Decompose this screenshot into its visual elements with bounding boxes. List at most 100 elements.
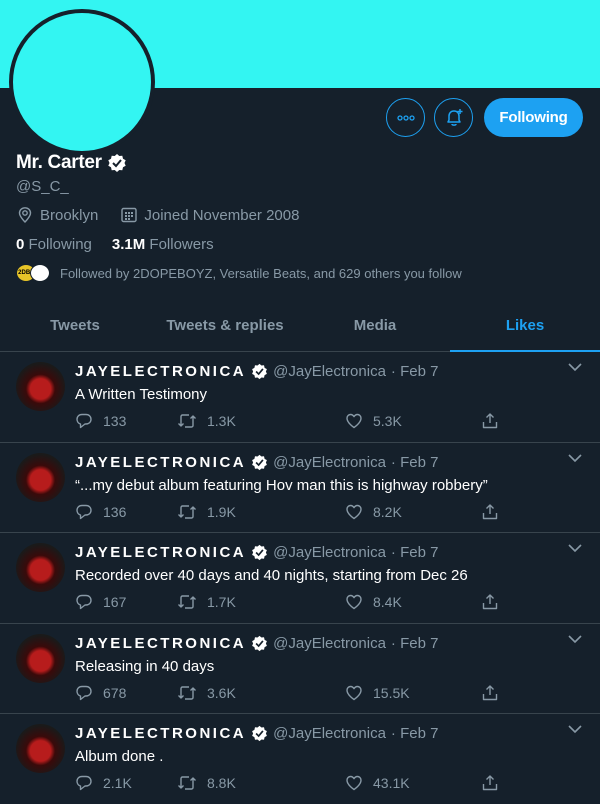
tweet-text: Recorded over 40 days and 40 nights, sta… <box>75 567 468 584</box>
retweet-button[interactable]: 8.8K <box>177 774 236 792</box>
location-icon <box>16 206 34 224</box>
reply-button[interactable]: 136 <box>75 503 126 521</box>
following-count-link[interactable]: 0 Following <box>16 236 92 253</box>
profile-meta: Brooklyn Joined November 2008 <box>16 206 299 224</box>
share-icon <box>481 684 499 702</box>
tweet-avatar[interactable] <box>16 543 65 592</box>
retweet-button[interactable]: 1.9K <box>177 503 236 521</box>
reply-icon <box>75 503 93 521</box>
reply-button[interactable]: 167 <box>75 593 126 611</box>
share-button[interactable] <box>481 774 499 792</box>
notifications-button[interactable] <box>434 98 473 137</box>
tweet[interactable]: JAYELECTRONICA @JayElectronica · Feb 7 “… <box>0 443 600 533</box>
tweet-author-name[interactable]: JAYELECTRONICA <box>75 454 246 471</box>
tweet-author-name[interactable]: JAYELECTRONICA <box>75 363 246 380</box>
tweet-author-handle[interactable]: @JayElectronica <box>273 544 386 561</box>
followers-count-link[interactable]: 3.1M Followers <box>112 236 214 253</box>
reply-button[interactable]: 133 <box>75 412 126 430</box>
like-button[interactable]: 8.2K <box>345 503 402 521</box>
reply-icon <box>75 774 93 792</box>
heart-icon <box>345 412 363 430</box>
tweet-author-name[interactable]: JAYELECTRONICA <box>75 544 246 561</box>
tab-media[interactable]: Media <box>300 300 450 351</box>
chevron-down-icon[interactable] <box>568 453 582 463</box>
share-icon <box>481 593 499 611</box>
calendar-icon <box>120 206 138 224</box>
share-button[interactable] <box>481 412 499 430</box>
tweet-author-handle[interactable]: @JayElectronica <box>273 635 386 652</box>
verified-icon <box>251 454 268 471</box>
tweet-date[interactable]: · Feb 7 <box>391 454 439 471</box>
tab-tweets-replies[interactable]: Tweets & replies <box>150 300 300 351</box>
tweet-date[interactable]: · Feb 7 <box>391 725 439 742</box>
tweet-avatar[interactable] <box>16 452 65 502</box>
location-text: Brooklyn <box>40 206 99 224</box>
tweet-author-handle[interactable]: @JayElectronica <box>273 454 386 471</box>
tweet-text: Releasing in 40 days <box>75 657 215 675</box>
share-icon <box>481 774 499 792</box>
retweet-button[interactable]: 3.6K <box>177 684 236 702</box>
tweet-date[interactable]: · Feb 7 <box>391 544 439 561</box>
tweet-date[interactable]: · Feb 7 <box>391 635 439 652</box>
reply-count: 133 <box>103 413 127 429</box>
chevron-down-icon[interactable] <box>568 362 582 372</box>
share-button[interactable] <box>481 503 499 521</box>
retweet-icon <box>177 412 197 430</box>
like-button[interactable]: 43.1K <box>345 774 410 792</box>
profile-name: Mr. Carter <box>16 152 102 173</box>
more-button[interactable] <box>386 98 425 137</box>
tweet[interactable]: JAYELECTRONICA @JayElectronica · Feb 7 A… <box>0 714 600 804</box>
profile-name-row: Mr. Carter <box>16 152 127 174</box>
tweet-author-name[interactable]: JAYELECTRONICA <box>75 635 246 652</box>
heart-icon <box>345 684 363 702</box>
retweet-button[interactable]: 1.3K <box>177 412 236 430</box>
like-button[interactable]: 15.5K <box>345 684 410 702</box>
tweet[interactable]: JAYELECTRONICA @JayElectronica · Feb 7 R… <box>0 533 600 624</box>
retweet-icon <box>177 684 197 702</box>
tweet-actions: 133 1.3K 5.3K <box>75 412 515 436</box>
followed-by-row[interactable]: 2DBZ Followed by 2DOPEBOYZ, Versatile Be… <box>16 264 462 282</box>
tweet-header: JAYELECTRONICA @JayElectronica · Feb 7 <box>75 544 438 561</box>
tweet-author-handle[interactable]: @JayElectronica <box>273 725 386 742</box>
chevron-down-icon[interactable] <box>568 634 582 644</box>
reply-count: 678 <box>103 684 127 701</box>
tweet-author-name[interactable]: JAYELECTRONICA <box>75 725 246 742</box>
share-icon <box>481 503 499 521</box>
tweet-author-handle[interactable]: @JayElectronica <box>273 363 386 380</box>
tweet-avatar[interactable] <box>16 362 65 411</box>
retweet-button[interactable]: 1.7K <box>177 593 236 611</box>
reply-icon <box>75 684 93 702</box>
reply-count: 2.1K <box>103 775 132 791</box>
tweet-header: JAYELECTRONICA @JayElectronica · Feb 7 <box>75 635 438 652</box>
mini-avatar <box>30 264 50 282</box>
tweet[interactable]: JAYELECTRONICA @JayElectronica · Feb 7 A… <box>0 352 600 443</box>
verified-icon <box>107 153 127 173</box>
chevron-down-icon[interactable] <box>568 724 582 734</box>
verified-icon <box>251 725 268 742</box>
tab-tweets[interactable]: Tweets <box>0 300 150 351</box>
more-icon <box>396 114 415 121</box>
profile-handle: @S_C_ <box>16 178 69 195</box>
tweet-actions: 678 3.6K 15.5K <box>75 684 515 708</box>
like-button[interactable]: 5.3K <box>345 412 402 430</box>
share-button[interactable] <box>481 593 499 611</box>
reply-button[interactable]: 678 <box>75 684 126 702</box>
like-button[interactable]: 8.4K <box>345 593 402 611</box>
followed-by-text: Followed by 2DOPEBOYZ, Versatile Beats, … <box>60 265 462 281</box>
retweet-count: 1.3K <box>207 413 236 429</box>
tab-likes[interactable]: Likes <box>450 300 600 352</box>
tweet-header: JAYELECTRONICA @JayElectronica · Feb 7 <box>75 725 438 742</box>
following-button[interactable]: Following <box>484 98 583 137</box>
chevron-down-icon[interactable] <box>568 543 582 553</box>
reply-count: 167 <box>103 594 127 610</box>
retweet-count: 8.8K <box>207 775 236 791</box>
tweet[interactable]: JAYELECTRONICA @JayElectronica · Feb 7 R… <box>0 624 600 714</box>
share-button[interactable] <box>481 684 499 702</box>
tweet-text: Album done . <box>75 748 164 765</box>
profile-avatar[interactable] <box>9 9 155 155</box>
tweet-avatar[interactable] <box>16 633 65 683</box>
tweet-date[interactable]: · Feb 7 <box>391 363 439 380</box>
retweet-count: 1.9K <box>207 503 236 520</box>
tweet-avatar[interactable] <box>16 724 65 773</box>
reply-button[interactable]: 2.1K <box>75 774 132 792</box>
